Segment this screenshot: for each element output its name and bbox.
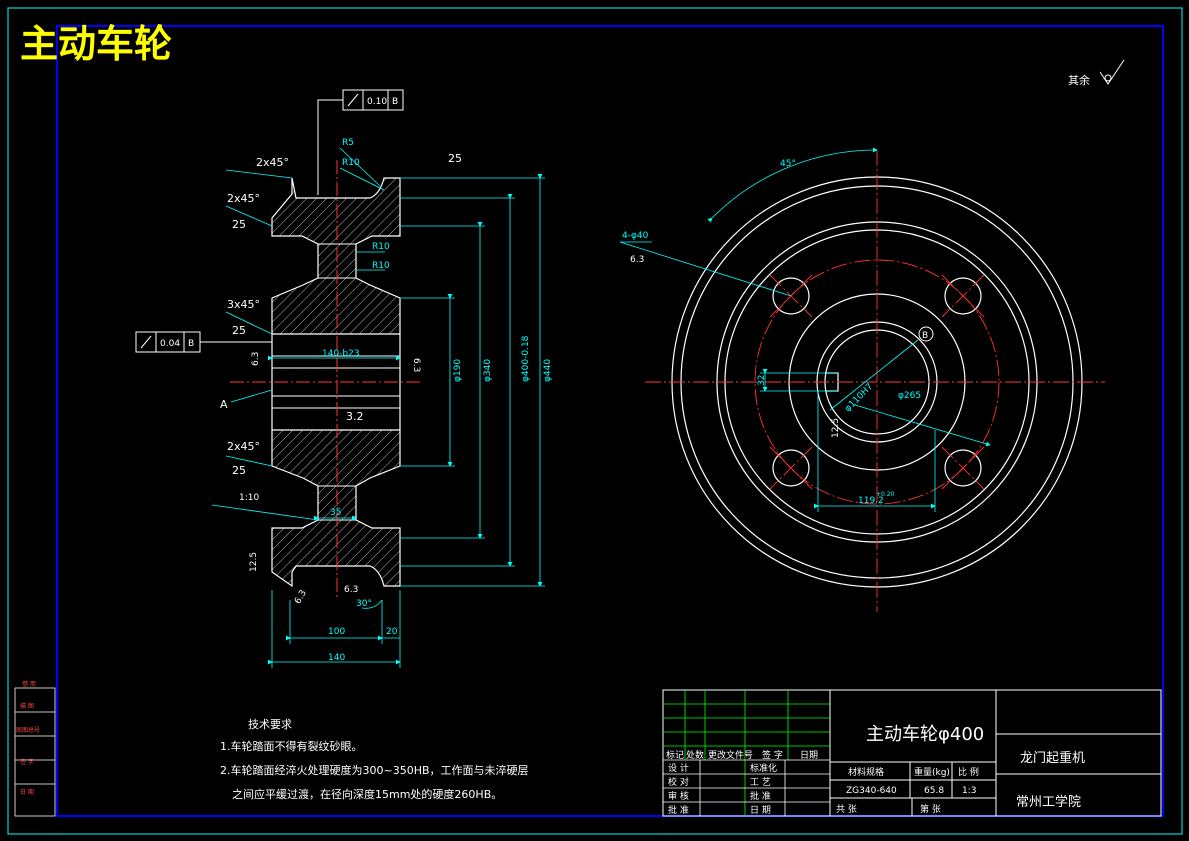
- svg-text:常州工学院: 常州工学院: [1016, 794, 1081, 810]
- svg-text:+0.20: +0.20: [876, 491, 895, 498]
- svg-text:设 计: 设 计: [668, 762, 689, 774]
- svg-text:批 准: 批 准: [668, 804, 689, 816]
- svg-text:材料规格: 材料规格: [848, 766, 884, 778]
- svg-text:30°: 30°: [356, 599, 372, 609]
- svg-text:2x45°: 2x45°: [256, 156, 289, 169]
- svg-text:底图总号: 底图总号: [16, 726, 40, 734]
- svg-text:6.3: 6.3: [411, 358, 421, 372]
- svg-text:B: B: [188, 339, 194, 349]
- svg-text:描 图: 描 图: [20, 702, 34, 710]
- svg-text:1:3: 1:3: [962, 786, 976, 796]
- svg-text:6.3: 6.3: [344, 585, 358, 595]
- svg-text:日 期: 日 期: [750, 805, 771, 816]
- svg-text:签 字: 签 字: [20, 758, 34, 766]
- svg-text:审 核: 审 核: [668, 790, 689, 802]
- svg-text:2x45°: 2x45°: [227, 440, 260, 453]
- front-centerlines: [645, 150, 1105, 612]
- svg-text:重量(kg): 重量(kg): [914, 766, 950, 778]
- svg-text:3x45°: 3x45°: [227, 298, 260, 311]
- outer-border: [7, 7, 1183, 835]
- svg-text:2x45°: 2x45°: [227, 192, 260, 205]
- svg-text:B: B: [392, 97, 398, 107]
- hatch-upper: [271, 177, 401, 335]
- svg-text:工 艺: 工 艺: [750, 777, 771, 788]
- roughness-symbol-icon: [1099, 59, 1125, 85]
- svg-text:φ440: φ440: [543, 359, 553, 382]
- svg-text:主动车轮φ400: 主动车轮φ400: [866, 724, 984, 745]
- svg-text:25: 25: [448, 152, 462, 165]
- svg-text:4-φ40: 4-φ40: [622, 231, 649, 241]
- svg-text:R5: R5: [342, 138, 354, 148]
- svg-text:20: 20: [386, 627, 398, 637]
- svg-text:0.04: 0.04: [160, 339, 180, 349]
- svg-text:标准化: 标准化: [750, 762, 777, 774]
- svg-text:龙门起重机: 龙门起重机: [1020, 750, 1085, 766]
- svg-text:0.10: 0.10: [367, 97, 387, 107]
- front-labels: 45° 4-φ40 6.3 φ265 32 119.2 +0.20 12.5 φ…: [622, 159, 921, 506]
- svg-text:25: 25: [232, 324, 246, 337]
- roughness-note: 其余: [1068, 73, 1090, 87]
- svg-text:第 张: 第 张: [920, 803, 941, 815]
- svg-text:100: 100: [328, 627, 345, 637]
- svg-text:φ340: φ340: [483, 359, 493, 382]
- cad-drawing: 主动车轮 其余 0.10 B 0.04 B 2x45° 2x45° 25 3x4…: [7, 7, 1183, 835]
- technical-notes: 技术要求 1.车轮踏面不得有裂纹砂眼。 2.车轮踏面经淬火处理硬度为300~35…: [220, 718, 529, 801]
- svg-text:R10: R10: [342, 158, 360, 168]
- svg-text:签 字: 签 字: [762, 749, 783, 761]
- svg-text:3.2: 3.2: [346, 410, 364, 423]
- svg-text:φ265: φ265: [898, 391, 921, 401]
- svg-text:技术要求: 技术要求: [248, 718, 292, 731]
- svg-text:批 准: 批 准: [750, 790, 771, 802]
- svg-text:12.5: 12.5: [831, 418, 841, 438]
- svg-text:ZG340-640: ZG340-640: [846, 786, 897, 796]
- svg-text:35: 35: [330, 508, 341, 518]
- svg-text:标记: 标记: [666, 749, 684, 761]
- inner-border: [56, 25, 1164, 817]
- svg-text:比 例: 比 例: [958, 766, 979, 778]
- svg-text:6.3: 6.3: [251, 352, 261, 366]
- svg-text:R10: R10: [372, 261, 390, 271]
- svg-text:借 用: 借 用: [22, 680, 36, 688]
- svg-text:32: 32: [757, 375, 767, 386]
- svg-text:φ190: φ190: [453, 359, 463, 382]
- svg-text:A: A: [220, 398, 228, 411]
- section-view: [230, 160, 420, 600]
- svg-text:共 张: 共 张: [836, 804, 857, 815]
- svg-text:更改文件号: 更改文件号: [708, 749, 753, 761]
- svg-text:φ400-0.18: φ400-0.18: [521, 335, 531, 382]
- svg-text:65.8: 65.8: [924, 786, 944, 796]
- svg-text:处数: 处数: [686, 749, 704, 761]
- side-strip-labels: 借 用 描 图 底图总号 签 字 日 期: [16, 680, 40, 796]
- svg-text:12.5: 12.5: [249, 552, 259, 572]
- svg-text:日期: 日期: [800, 750, 818, 761]
- svg-text:25: 25: [232, 218, 246, 231]
- svg-text:25: 25: [232, 464, 246, 477]
- svg-text:1:10: 1:10: [239, 493, 259, 503]
- svg-text:6.3: 6.3: [630, 255, 644, 265]
- svg-text:R10: R10: [372, 242, 390, 252]
- svg-text:B: B: [922, 331, 928, 341]
- svg-text:45°: 45°: [780, 159, 796, 169]
- datum-b-marker: B: [918, 326, 934, 342]
- svg-text:140-b23: 140-b23: [322, 349, 360, 359]
- tolerance-frame-left: 0.04 B: [135, 331, 272, 353]
- svg-text:日 期: 日 期: [20, 788, 34, 796]
- drawing-title: 主动车轮: [20, 22, 172, 66]
- svg-text:1.车轮踏面不得有裂纹砂眼。: 1.车轮踏面不得有裂纹砂眼。: [220, 739, 363, 753]
- svg-text:140: 140: [328, 653, 345, 663]
- svg-text:6.3: 6.3: [293, 589, 309, 606]
- svg-text:2.车轮踏面经淬火处理硬度为300~350HB，工作面与未淬: 2.车轮踏面经淬火处理硬度为300~350HB，工作面与未淬硬层: [220, 763, 529, 777]
- svg-text:校 对: 校 对: [668, 776, 689, 788]
- svg-text:之间应平缓过渡，在径向深度15mm处的硬度260HB。: 之间应平缓过渡，在径向深度15mm处的硬度260HB。: [232, 787, 502, 801]
